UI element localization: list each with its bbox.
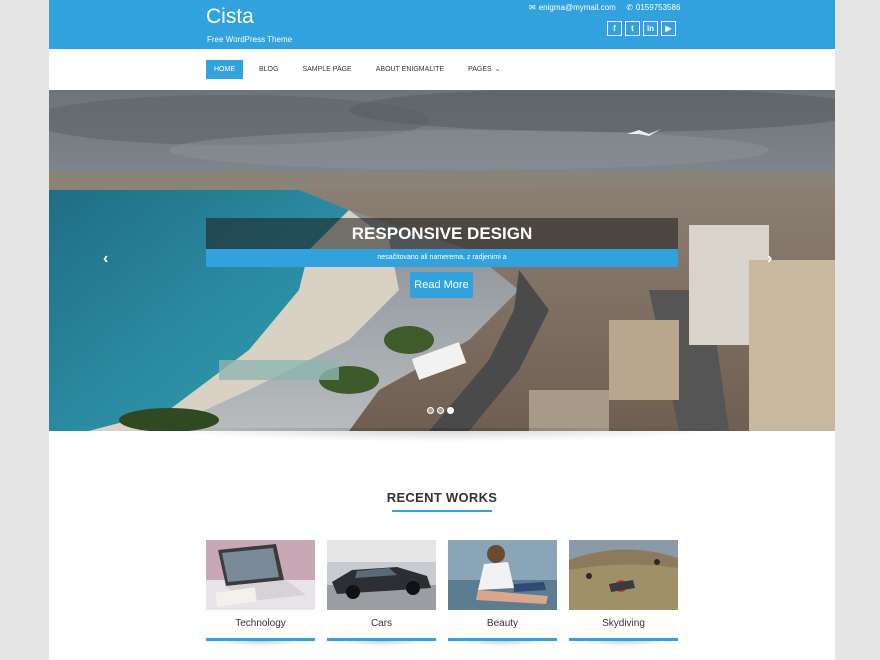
- nav-item-sample-page[interactable]: Sample Page: [294, 60, 359, 79]
- envelope-icon: ✉: [529, 3, 536, 12]
- contact-info: ✉ enigma@mymail.com ✆ 0159753586: [529, 3, 680, 12]
- linkedin-icon[interactable]: in: [643, 21, 658, 36]
- slider-dots: [427, 407, 454, 414]
- contact-email[interactable]: enigma@mymail.com: [539, 3, 616, 12]
- nav-item-home[interactable]: Home: [206, 60, 243, 79]
- heading-underline: [392, 510, 492, 512]
- work-item-beauty[interactable]: Beauty: [448, 540, 557, 646]
- slide-subtitle: nesačitovano ali namerema, z radjenimi a: [377, 254, 507, 261]
- site-tagline: Free WordPress Theme: [207, 35, 293, 44]
- work-item-cars[interactable]: Cars: [327, 540, 436, 646]
- youtube-icon[interactable]: ▶: [661, 21, 676, 36]
- work-shadow: [216, 641, 305, 646]
- work-shadow: [337, 641, 426, 646]
- work-label[interactable]: Cars: [327, 610, 436, 638]
- slider-dot-active[interactable]: [447, 407, 454, 414]
- slide-subtitle-bar: nesačitovano ali namerema, z radjenimi a: [206, 249, 678, 267]
- chevron-right-icon[interactable]: ›: [767, 250, 772, 268]
- work-shadow: [579, 641, 668, 646]
- slider-dot[interactable]: [437, 407, 444, 414]
- site-title[interactable]: Cista: [206, 5, 254, 29]
- nav-item-pages-label: Pages: [468, 66, 492, 73]
- work-thumbnail[interactable]: [448, 540, 557, 610]
- slide-title: RESPONSIVE DESIGN: [351, 224, 533, 243]
- page: Cista Free WordPress Theme ✉ enigma@mymai…: [49, 0, 835, 660]
- work-thumbnail[interactable]: [206, 540, 315, 610]
- hero-slider[interactable]: RESPONSIVE DESIGN nesačitovano ali namer…: [49, 90, 835, 431]
- twitter-icon[interactable]: t: [625, 21, 640, 36]
- phone-icon: ✆: [626, 3, 633, 12]
- main-nav: Home Blog Sample Page About Enigmalite P…: [49, 49, 835, 90]
- nav-item-pages[interactable]: Pages ⌄: [460, 60, 508, 79]
- work-label[interactable]: Skydiving: [569, 610, 678, 638]
- work-thumbnail[interactable]: [569, 540, 678, 610]
- work-label[interactable]: Technology: [206, 610, 315, 638]
- work-item-skydiving[interactable]: Skydiving: [569, 540, 678, 646]
- nav-item-blog[interactable]: Blog: [251, 60, 286, 79]
- work-label[interactable]: Beauty: [448, 610, 557, 638]
- chevron-left-icon[interactable]: ‹: [103, 250, 108, 268]
- slide-title-bar: RESPONSIVE DESIGN: [206, 218, 678, 249]
- work-thumbnail[interactable]: [327, 540, 436, 610]
- work-item-technology[interactable]: Technology: [206, 540, 315, 646]
- recent-works-heading: RECENT WORKS: [386, 490, 498, 505]
- chevron-down-icon: ⌄: [494, 66, 501, 73]
- header-bar: Cista Free WordPress Theme ✉ enigma@mymai…: [49, 0, 835, 49]
- contact-phone: 0159753586: [635, 3, 681, 12]
- read-more-button[interactable]: Read More: [410, 272, 473, 298]
- slider-dot[interactable]: [427, 407, 434, 414]
- slider-shadow: [149, 428, 735, 442]
- work-shadow: [458, 641, 547, 646]
- facebook-icon[interactable]: f: [607, 21, 622, 36]
- social-links: f t in ▶: [607, 21, 676, 36]
- nav-item-about[interactable]: About Enigmalite: [368, 60, 452, 79]
